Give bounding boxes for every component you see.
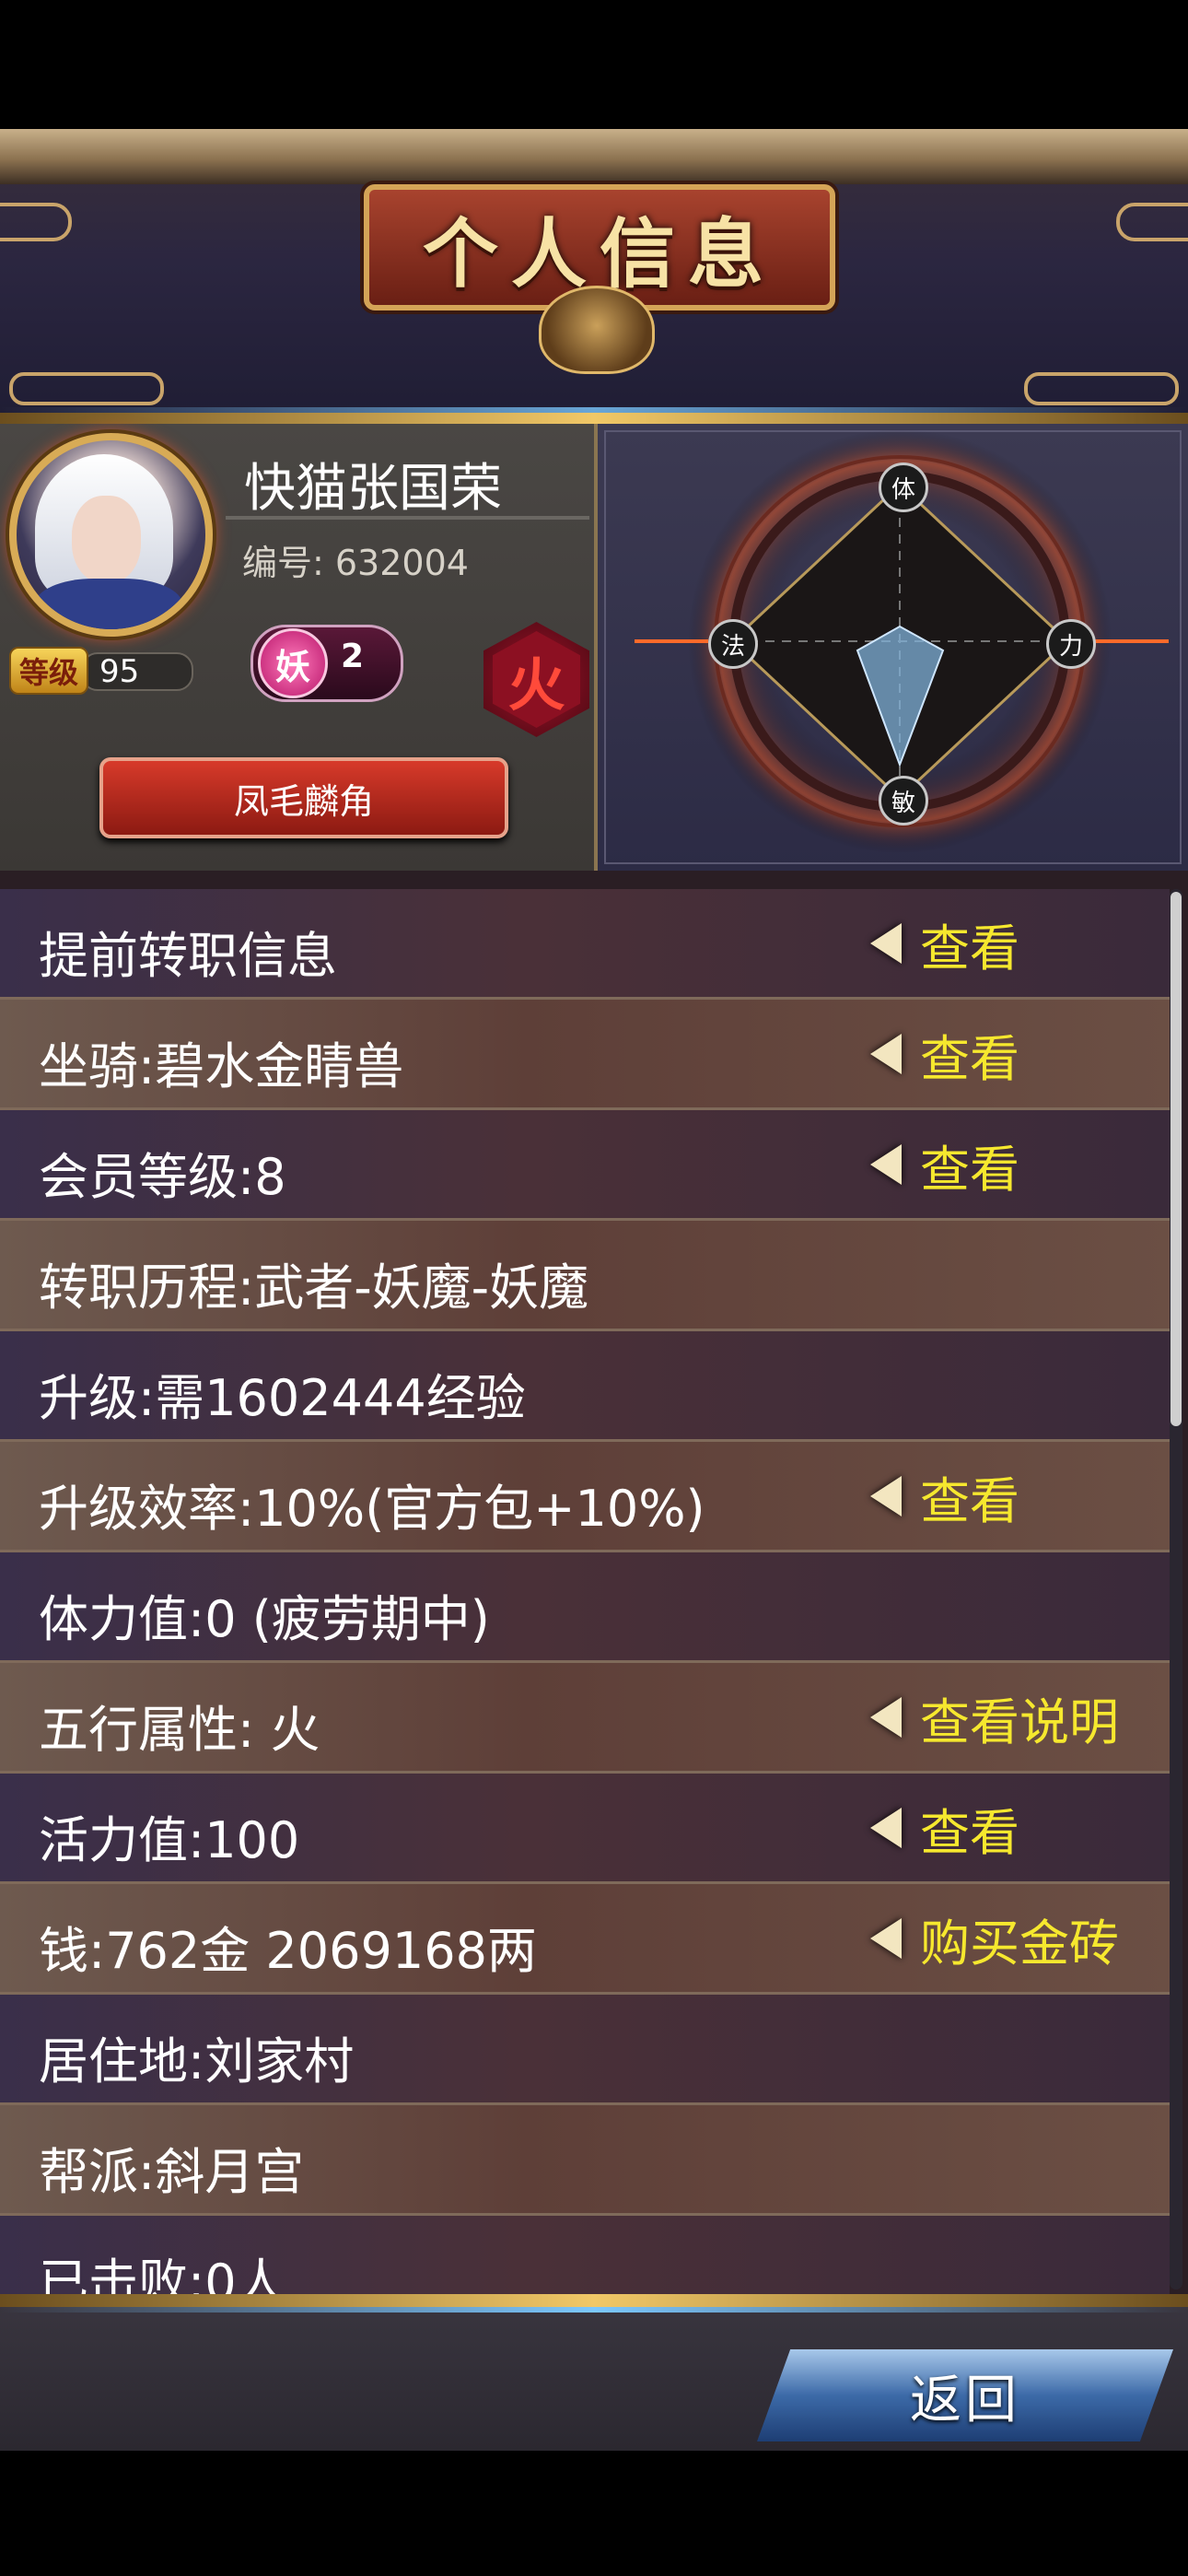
arrow-left-icon [870,1144,902,1185]
cloud-ornament-icon [9,372,164,405]
footer-bar: 返回 [0,2294,1188,2451]
cloud-ornament-icon [1116,203,1188,241]
element-glyph: 火 [493,631,580,728]
list-item: 提前转职信息 查看 [0,889,1170,1000]
list-item: 帮派:斜月宫 [0,2105,1170,2216]
list-item: 已击败:0人 [0,2216,1170,2312]
view-button[interactable]: 查看 [870,915,1019,978]
avatar-robe [35,579,182,629]
cloud-ornament-icon [1024,372,1179,405]
info-list[interactable]: 提前转职信息 查看 坐骑:碧水金睛兽 查看 会员等级:8 查看 转职历程:武者-… [0,871,1188,2312]
view-button[interactable]: 查看 [870,1468,1019,1530]
list-item: 居住地:刘家村 [0,1995,1170,2105]
row-label: 帮派:斜月宫 [39,2143,305,2201]
attribute-diagram: 体 法 力 敏 [598,424,1188,871]
fire-element-icon[interactable]: 火 [483,622,589,737]
avatar[interactable] [9,433,213,637]
header-divider [0,413,1188,424]
top-letterbox [0,0,1188,129]
cloud-ornament-icon [0,203,72,241]
row-label: 体力值:0 (疲劳期中) [39,1590,490,1648]
race-demon-icon: 妖 [258,628,328,698]
arrow-left-icon [870,1476,902,1516]
buy-gold-bricks-button[interactable]: 购买金砖 [870,1910,1119,1973]
avatar-face [72,496,141,583]
row-label: 坐骑:碧水金睛兽 [39,1037,404,1095]
beast-emblem-icon [539,286,655,374]
row-label: 钱:762金 2069168两 [39,1922,537,1980]
bottom-letterbox [0,2451,1188,2576]
row-label: 提前转职信息 [39,927,337,985]
stat-node-magic: 法 [708,619,758,669]
list-item: 钱:762金 2069168两 购买金砖 [0,1884,1170,1995]
footer-divider [0,2294,1188,2307]
view-button[interactable]: 查看 [870,1025,1019,1088]
level-badge: 等级 [9,647,88,695]
stat-node-strength: 力 [1046,619,1096,669]
stat-node-agility: 敏 [879,776,928,825]
view-description-button[interactable]: 查看说明 [870,1689,1119,1751]
list-item: 升级效率:10%(官方包+10%) 查看 [0,1442,1170,1552]
player-title-text: 凤毛麟角 [233,780,374,822]
list-item: 五行属性: 火 查看说明 [0,1663,1170,1774]
view-button[interactable]: 查看 [870,1799,1019,1862]
back-button-label: 返回 [910,2370,1020,2430]
name-divider [226,516,589,520]
list-item: 升级:需1602444经验 [0,1331,1170,1442]
list-item: 体力值:0 (疲劳期中) [0,1552,1170,1663]
level-value: 95 [99,653,140,690]
arrow-left-icon [870,1918,902,1959]
view-button[interactable]: 查看 [870,1136,1019,1199]
race-level: 2 [341,638,365,675]
profile-panel: 快猫张国荣 编号: 632004 等级 95 妖 2 火 凤毛麟角 [0,424,598,871]
footer-glow [0,2307,1188,2313]
stat-node-constitution: 体 [879,463,928,512]
player-id: 编号: 632004 [242,543,469,583]
list-item: 坐骑:碧水金睛兽 查看 [0,1000,1170,1110]
header-banner: 个人信息 [0,129,1188,424]
list-item: 转职历程:武者-妖魔-妖魔 [0,1221,1170,1331]
row-label: 居住地:刘家村 [39,2032,355,2090]
row-label: 五行属性: 火 [39,1701,320,1759]
arrow-left-icon [870,1808,902,1848]
list-item: 会员等级:8 查看 [0,1110,1170,1221]
header-frame [0,129,1188,184]
arrow-left-icon [870,1697,902,1738]
row-label: 会员等级:8 [39,1148,286,1206]
list-item: 活力值:100 查看 [0,1774,1170,1884]
arrow-left-icon [870,923,902,964]
row-label: 升级效率:10%(官方包+10%) [39,1480,705,1538]
row-label: 活力值:100 [39,1811,300,1869]
player-title-badge[interactable]: 凤毛麟角 [99,757,508,838]
arrow-left-icon [870,1034,902,1074]
scrollbar-thumb[interactable] [1171,892,1182,1426]
row-label: 升级:需1602444经验 [39,1369,526,1427]
player-name: 快猫张国荣 [244,459,502,519]
back-button[interactable]: 返回 [757,2349,1173,2441]
row-label: 转职历程:武者-妖魔-妖魔 [39,1259,589,1317]
